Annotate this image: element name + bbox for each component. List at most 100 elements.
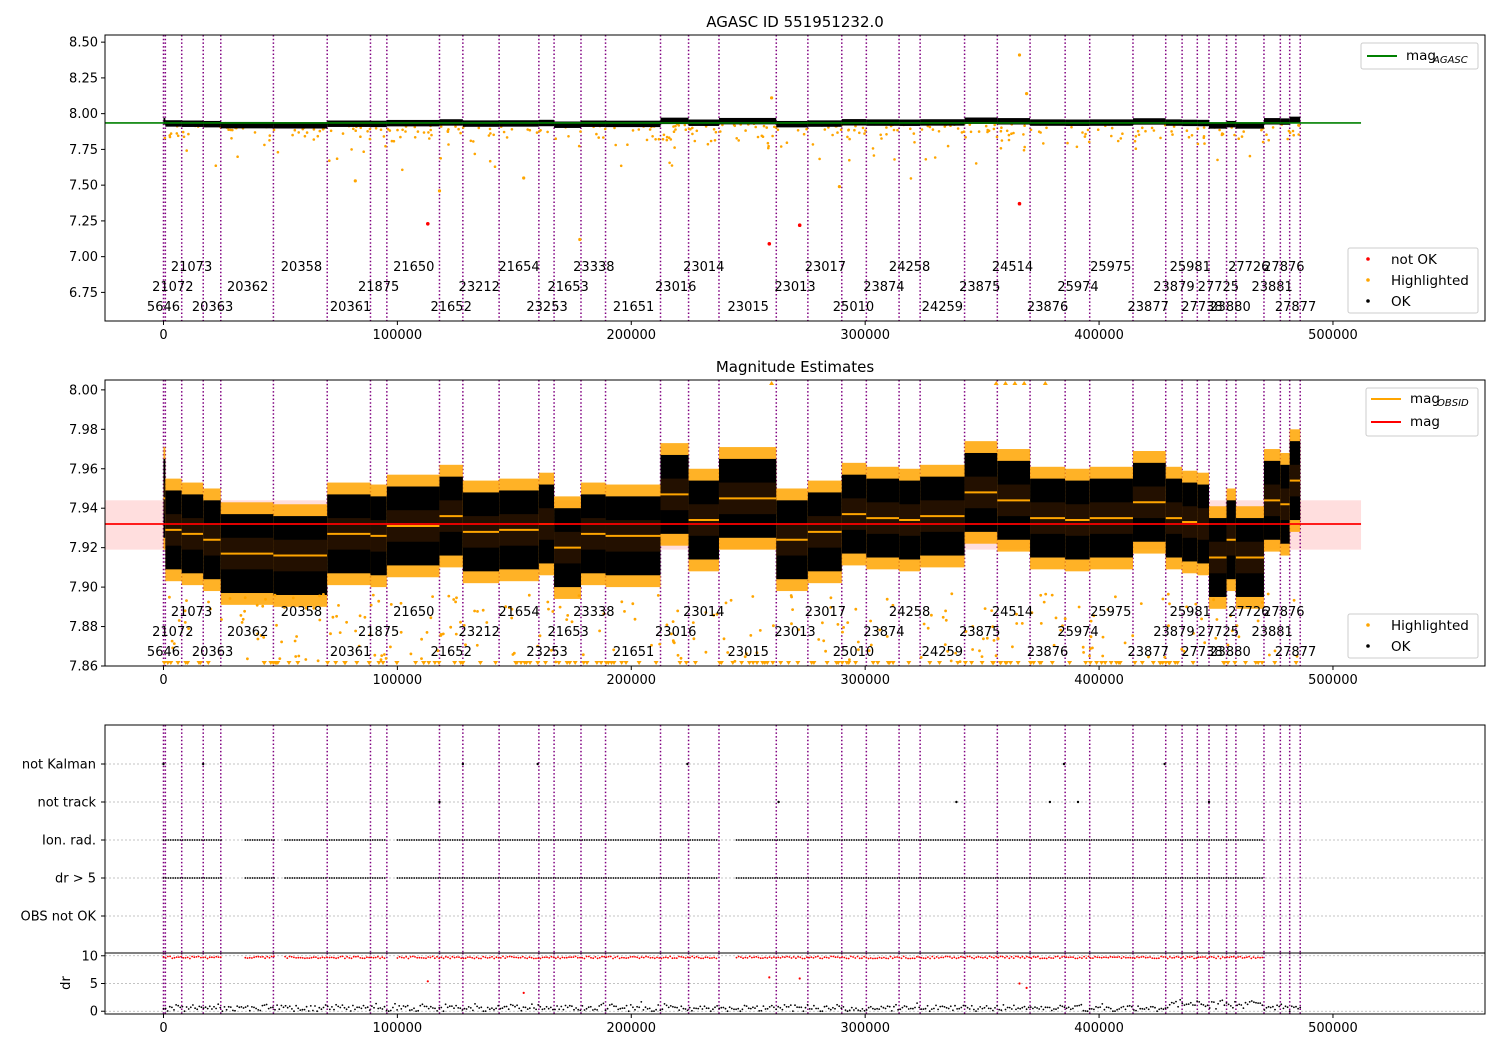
flag-point [805,839,807,841]
dr-high-point [471,956,474,959]
flag-category-label: dr > 5 [55,872,96,887]
flag-point [1040,839,1043,841]
dr-point [503,1005,506,1008]
highlighted-clipped-marker [432,661,438,665]
highlighted-point [677,124,681,127]
dr-high-point [508,955,511,958]
panel-2-ytick-label: 7.92 [69,541,98,556]
highlighted-point [187,132,190,136]
dr-high-point [543,956,546,959]
highlighted-point [454,632,458,636]
highlighted-point [318,129,322,133]
dr-point [583,1009,586,1011]
dr-point [1061,1005,1064,1008]
highlighted-point [704,650,708,654]
flag-point [1045,877,1047,879]
dr-high-point [798,977,801,980]
highlighted-point [756,135,760,139]
flag-point [293,839,296,841]
dr-high-point [775,957,777,959]
dr-high-point [211,956,213,959]
highlighted-point [1110,134,1113,138]
flag-point [371,839,374,841]
dr-high-point [631,955,634,958]
dr-point [425,1005,428,1008]
dr-point [1029,1006,1032,1008]
flag-point [619,839,622,841]
highlighted-point [724,601,728,605]
highlighted-point [409,652,413,656]
panel-2-obsid-label: 27876 [1263,605,1304,620]
flag-point [273,839,275,841]
dr-high-point [675,957,678,959]
dr-point [688,1006,691,1009]
highlighted-point [893,158,896,161]
dr-high-point [169,955,172,958]
flag-point [362,839,364,841]
flag-point [418,877,420,879]
flag-point [634,877,636,879]
highlighted-point [994,654,998,658]
flag-point [305,877,308,879]
flag-point [949,839,951,841]
dr-point [267,1007,270,1010]
panel-3-axes: not Kalmannot trackIon. rad.dr > 5OBS no… [21,724,1486,954]
dr-point [211,1008,213,1010]
dr-high-point [590,956,592,959]
flag-point [542,839,545,841]
flag-point [679,877,682,879]
dr-point [743,1004,746,1007]
dr-point [272,1006,274,1009]
flag-point [359,877,362,879]
highlighted-point [1000,126,1003,129]
dr-point [1202,1004,1205,1006]
dr-point [619,1007,622,1010]
dr-point [1097,1006,1099,1009]
dr-high-point [328,956,331,959]
flag-point [824,839,827,841]
highlighted-point [1196,127,1200,130]
dr-high-point [579,956,581,959]
dr-high-point [898,956,901,959]
flag-point [660,877,663,879]
highlighted-point [1039,593,1043,597]
dr-high-point [526,957,529,960]
dr-point [1250,1000,1253,1002]
dr-point [1053,1008,1055,1010]
dr-high-point [616,955,619,958]
highlighted-clipped-marker [770,661,776,665]
highlighted-point [1012,131,1015,135]
dr-point [947,1007,950,1010]
flag-point [927,877,930,879]
panel-2-obsid-label: 27725 [1198,625,1239,640]
flag-point [590,839,593,841]
flag-point [910,877,913,879]
flag-point [1172,877,1175,879]
highlighted-point [1022,133,1025,136]
dr-point [293,1010,295,1013]
dr-point [488,1008,491,1011]
dr-high-point [1160,955,1162,958]
dr-high-point [889,955,892,958]
highlighted-point [1077,605,1081,609]
flag-point [162,877,165,879]
dr-high-point [464,957,467,960]
flag-point [357,877,360,879]
dr-point [1008,1006,1011,1009]
highlighted-point [1054,616,1058,620]
dr-point [621,1007,624,1009]
flag-point [494,839,497,841]
flag-point [1222,839,1225,841]
dr-point [933,1007,935,1010]
dr-point [166,1010,169,1012]
flag-point [1047,839,1050,841]
dr-point [785,1005,788,1008]
dr-point [707,1007,710,1010]
flag-point [284,877,286,879]
flag-point [289,877,291,879]
dr-point [956,1008,958,1010]
flag-point [1261,839,1263,841]
panel-1-obsid-label: 21073 [171,260,212,275]
highlighted-point [603,127,607,131]
flag-point [249,877,252,879]
